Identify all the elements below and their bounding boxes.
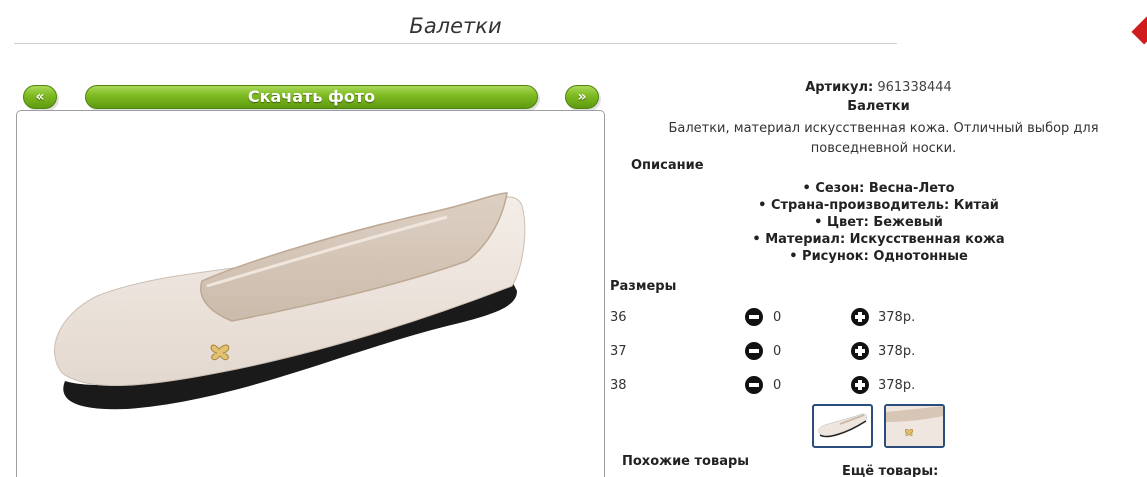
minus-icon[interactable] <box>745 342 763 360</box>
property-item: Страна-производитель: Китай <box>610 197 1147 214</box>
product-name: Балетки <box>847 99 910 114</box>
description-heading: Описание <box>631 158 704 173</box>
size-row: 38 0 378р. <box>610 376 1010 396</box>
shoe-detail-thumbnail-image <box>886 406 943 446</box>
property-list: Сезон: Весна-Лето Страна-производитель: … <box>610 180 1147 265</box>
thumbnail-2[interactable] <box>884 404 945 448</box>
price-value: 378р. <box>878 378 916 393</box>
quantity-value: 0 <box>773 344 782 359</box>
plus-icon[interactable] <box>851 376 869 394</box>
next-photo-button[interactable]: » <box>565 85 599 109</box>
corner-logo-icon <box>1131 13 1147 45</box>
price-value: 378р. <box>878 344 916 359</box>
page-title: Балетки <box>409 14 502 38</box>
shoe-thumbnail-image <box>818 413 868 438</box>
sku-label: Артикул: <box>805 80 874 95</box>
similar-products-heading: Похожие товары <box>622 454 750 469</box>
property-item: Материал: Искусственная кожа <box>610 231 1147 248</box>
quantity-value: 0 <box>773 378 782 393</box>
minus-icon[interactable] <box>745 308 763 326</box>
sku-line: Артикул: 961338444 <box>610 80 1147 95</box>
product-description: Балетки, материал искусственная кожа. От… <box>668 121 1099 156</box>
thumbnail-1[interactable] <box>812 404 873 448</box>
ballet-flat-image <box>54 192 526 410</box>
price-value: 378р. <box>878 310 916 325</box>
product-photo <box>16 110 605 477</box>
plus-icon[interactable] <box>851 342 869 360</box>
size-row: 36 0 378р. <box>610 308 1010 328</box>
quantity-value: 0 <box>773 310 782 325</box>
plus-icon[interactable] <box>851 308 869 326</box>
download-photo-button[interactable]: Скачать фото <box>85 85 538 109</box>
minus-icon[interactable] <box>745 376 763 394</box>
size-value: 36 <box>610 310 627 325</box>
property-item: Сезон: Весна-Лето <box>610 180 1147 197</box>
prev-photo-button[interactable]: « <box>23 85 57 109</box>
sizes-heading: Размеры <box>610 279 677 294</box>
size-value: 38 <box>610 378 627 393</box>
property-item: Цвет: Бежевый <box>610 214 1147 231</box>
size-row: 37 0 378р. <box>610 342 1010 362</box>
property-item: Рисунок: Однотонные <box>610 248 1147 265</box>
sku-value: 961338444 <box>877 80 952 95</box>
more-products-heading: Ещё товары: <box>842 464 939 477</box>
size-value: 37 <box>610 344 627 359</box>
title-divider <box>14 43 897 44</box>
